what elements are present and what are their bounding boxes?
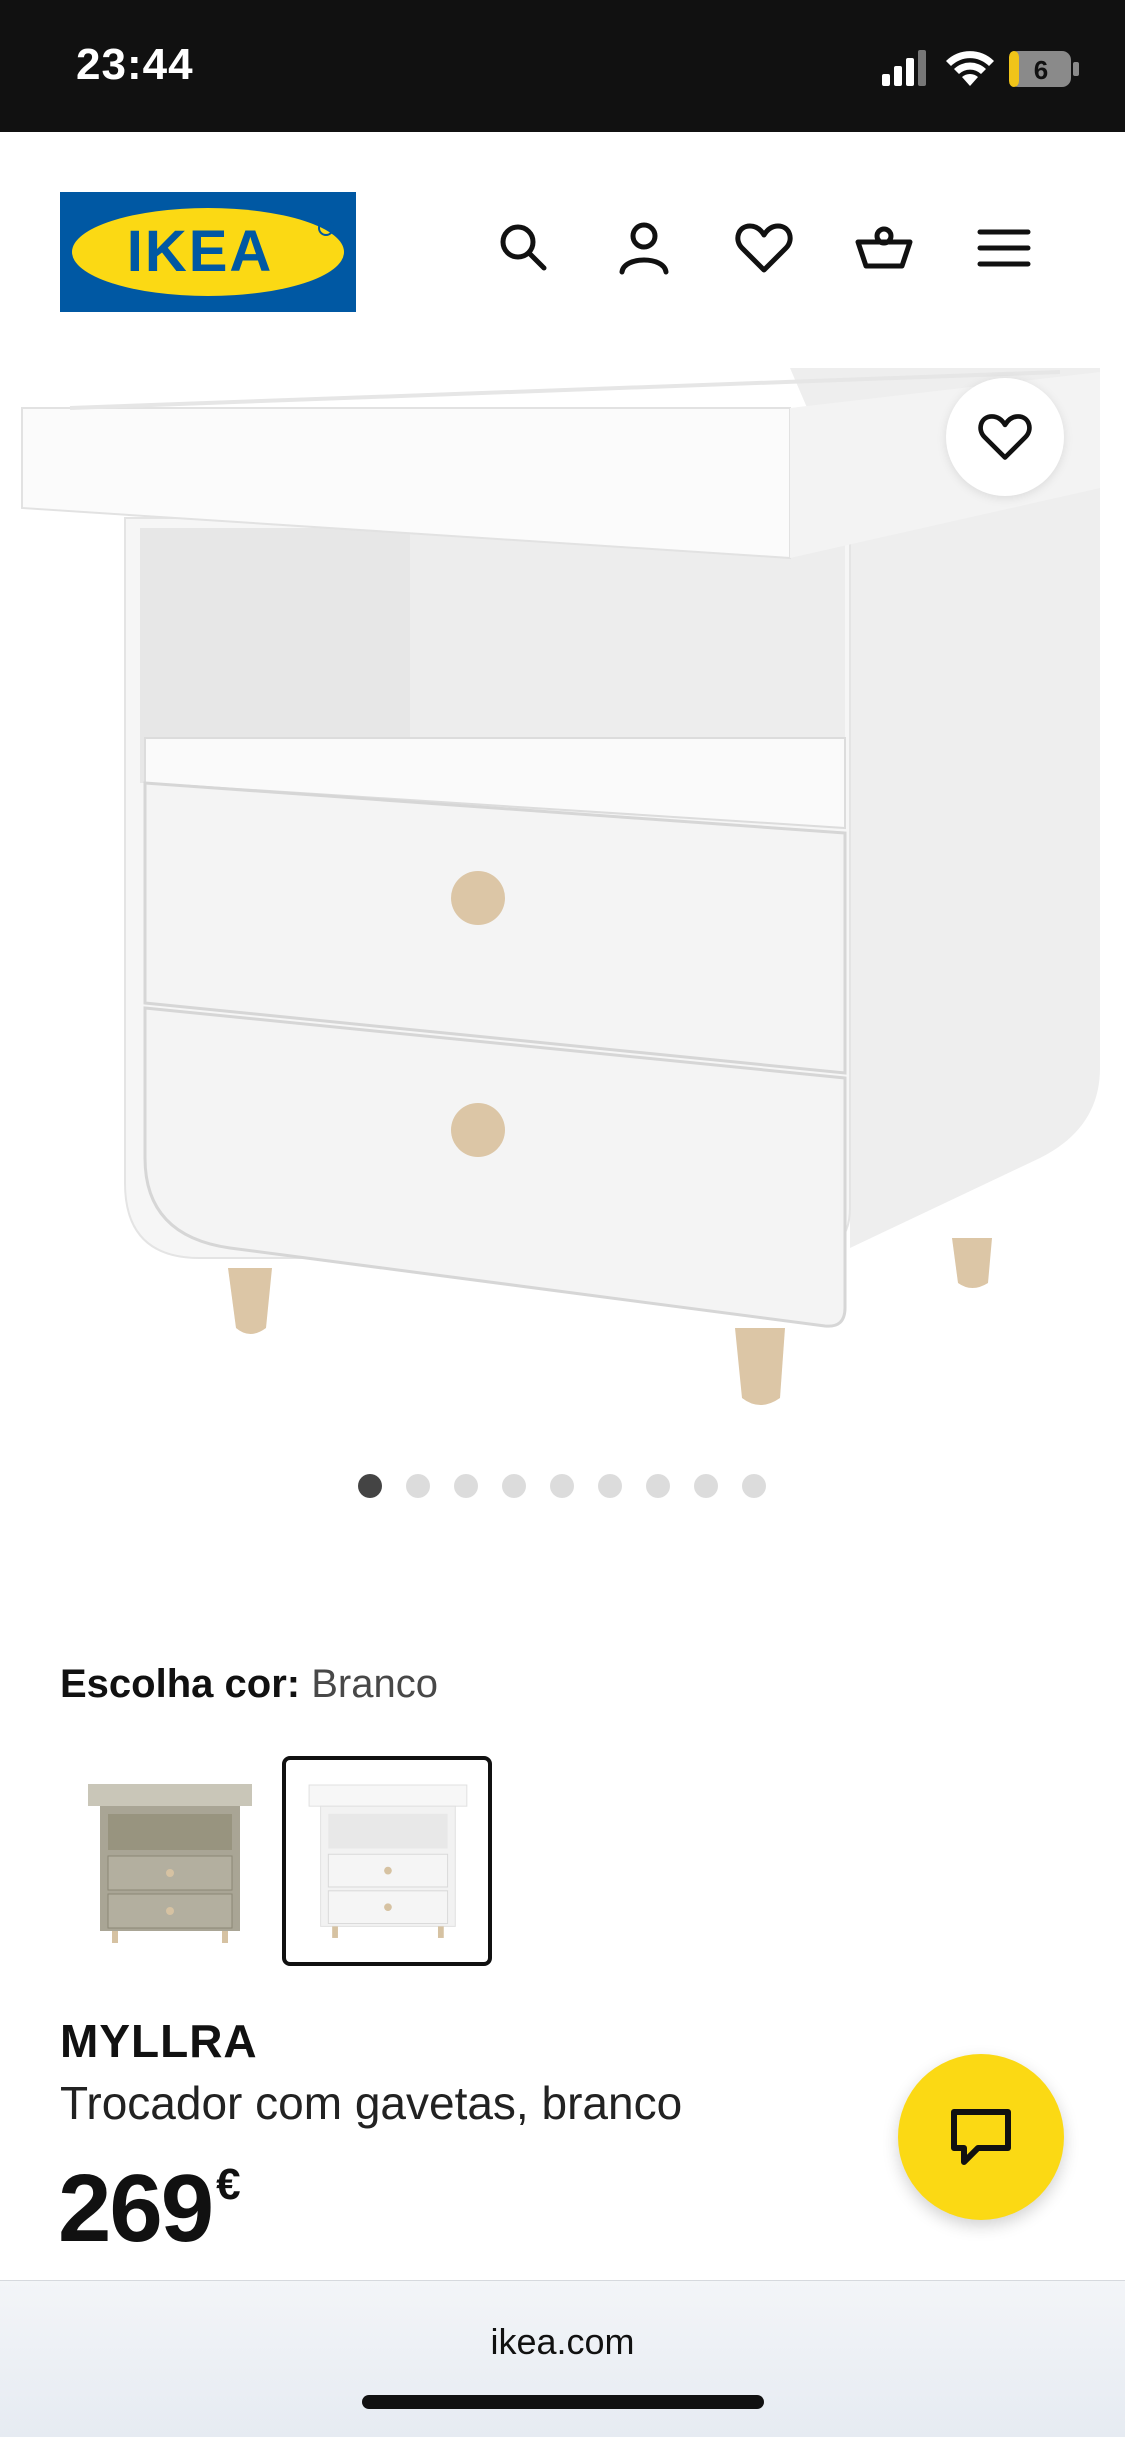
home-indicator[interactable] bbox=[362, 2395, 764, 2409]
add-to-wishlist-button[interactable] bbox=[946, 378, 1064, 496]
product-image[interactable] bbox=[0, 368, 1125, 1428]
carousel-dot[interactable] bbox=[406, 1474, 430, 1498]
svg-text:6: 6 bbox=[1034, 55, 1048, 85]
carousel-dot[interactable] bbox=[646, 1474, 670, 1498]
color-choice-value: Branco bbox=[311, 1662, 438, 1706]
wifi-icon bbox=[946, 51, 994, 86]
swatch-thumbnail bbox=[88, 1784, 252, 1943]
image-carousel-dots bbox=[0, 1474, 1125, 1504]
status-bar: 23:44 6 bbox=[0, 0, 1125, 132]
swatch-thumbnail bbox=[308, 1784, 468, 1938]
color-choice-label: Escolha cor: Branco bbox=[60, 1662, 438, 1707]
product-price: 269€ bbox=[58, 2154, 241, 2264]
search-icon[interactable] bbox=[494, 218, 554, 278]
carousel-dot[interactable] bbox=[694, 1474, 718, 1498]
site-header: IKEA bbox=[0, 132, 1125, 368]
cellular-signal-icon bbox=[882, 50, 926, 86]
carousel-dot[interactable] bbox=[742, 1474, 766, 1498]
price-currency: € bbox=[216, 2160, 241, 2209]
carousel-dot[interactable] bbox=[454, 1474, 478, 1498]
color-swatch-beige[interactable] bbox=[74, 1756, 284, 1966]
status-time: 23:44 bbox=[76, 40, 194, 89]
carousel-dot[interactable] bbox=[598, 1474, 622, 1498]
heart-icon[interactable] bbox=[734, 218, 794, 278]
carousel-dot[interactable] bbox=[358, 1474, 382, 1498]
heart-icon bbox=[978, 414, 1032, 460]
url-text[interactable]: ikea.com bbox=[0, 2321, 1125, 2363]
svg-text:IKEA: IKEA bbox=[127, 219, 274, 284]
product-description: Trocador com gavetas, branco bbox=[60, 2077, 683, 2129]
battery-icon: 6 bbox=[1009, 51, 1079, 87]
chat-bubble-icon bbox=[951, 2109, 1011, 2165]
browser-address-bar[interactable]: ikea.com bbox=[0, 2280, 1125, 2437]
price-value: 269 bbox=[58, 2155, 214, 2262]
chat-button[interactable] bbox=[898, 2054, 1064, 2220]
basket-icon[interactable] bbox=[854, 218, 914, 278]
ikea-logo[interactable]: IKEA bbox=[60, 192, 356, 312]
carousel-dot[interactable] bbox=[502, 1474, 526, 1498]
color-choice-title: Escolha cor: bbox=[60, 1662, 301, 1706]
color-swatch-white[interactable] bbox=[282, 1756, 492, 1966]
product-name: MYLLRA bbox=[60, 2015, 258, 2067]
menu-icon[interactable] bbox=[974, 218, 1034, 278]
account-icon[interactable] bbox=[614, 218, 674, 278]
carousel-dot[interactable] bbox=[550, 1474, 574, 1498]
